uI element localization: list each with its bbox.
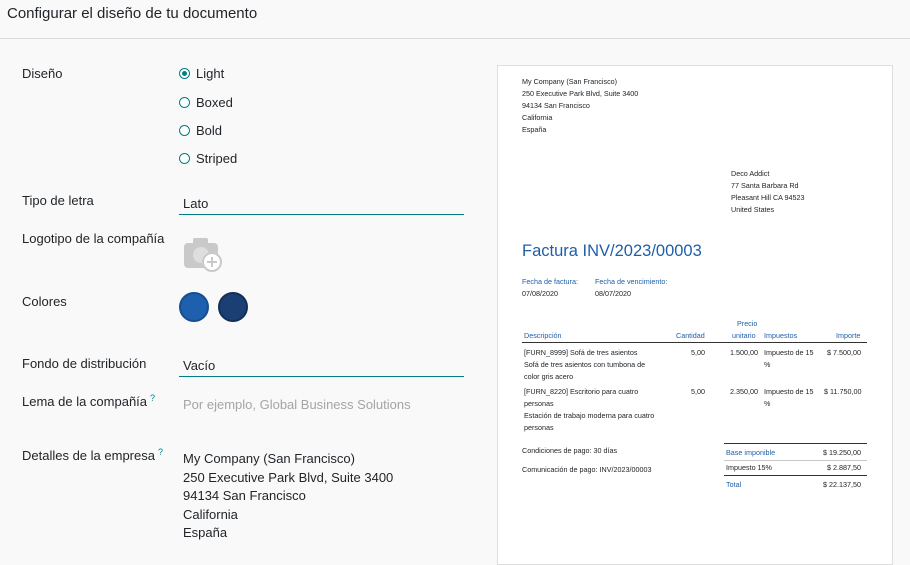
col-taxes: Impuestos — [764, 331, 798, 340]
col-quantity: Cantidad — [676, 331, 705, 340]
col-description: Descripción — [524, 331, 562, 340]
line-tax: Impuesto de 15 — [764, 387, 814, 396]
customer-line: 77 Santa Barbara Rd — [731, 181, 799, 190]
line-tax: Impuesto de 15 — [764, 348, 814, 357]
tagline-input[interactable]: Por ejemplo, Global Business Solutions — [183, 397, 411, 412]
totals-bottom-rule — [724, 475, 867, 476]
base-label: Base imponible — [726, 448, 776, 457]
line-qty: 5,00 — [691, 387, 705, 396]
col-price-2: unitario — [732, 331, 756, 340]
company-line: 250 Executive Park Blvd, Suite 3400 — [522, 89, 639, 98]
font-label: Tipo de letra — [22, 193, 94, 208]
details-help-icon[interactable]: ? — [158, 447, 163, 457]
payment-terms: Condiciones de pago: 30 días — [522, 446, 618, 455]
line-desc: personas — [524, 399, 554, 408]
customer-line: Deco Addict — [731, 169, 770, 178]
company-line: My Company (San Francisco) — [522, 77, 618, 86]
radio-light-label: Light — [196, 65, 225, 81]
company-line: 94134 San Francisco — [522, 101, 590, 110]
line-amount: $ 11.750,00 — [824, 387, 862, 396]
table-header-rule — [522, 342, 867, 343]
total-label: Total — [726, 480, 742, 489]
details-label-text: Detalles de la empresa — [22, 448, 155, 463]
details-line: My Company (San Francisco) — [183, 451, 355, 466]
tagline-label: Lema de la compañía? — [22, 393, 155, 409]
radio-light[interactable]: Light — [179, 65, 224, 81]
radio-boxed-label: Boxed — [196, 94, 233, 110]
radio-boxed[interactable]: Boxed — [179, 94, 233, 110]
company-line: España — [522, 125, 547, 134]
company-details-field[interactable]: My Company (San Francisco) 250 Executive… — [183, 450, 393, 543]
line-desc: Estación de trabajo moderna para cuatro — [524, 411, 655, 420]
logo-upload[interactable] — [183, 236, 225, 279]
background-select[interactable]: Vacío — [179, 355, 464, 377]
line-desc: color gris acero — [524, 372, 574, 381]
layout-label: Diseño — [22, 66, 63, 81]
tagline-label-text: Lema de la compañía — [22, 394, 148, 409]
radio-light-circle[interactable] — [179, 67, 190, 79]
page-title: Configurar el diseño de tu documento — [7, 5, 258, 22]
primary-color-swatch[interactable] — [179, 292, 209, 322]
radio-striped-label: Striped — [196, 150, 238, 166]
radio-striped-circle[interactable] — [179, 152, 190, 164]
total-value: $ 22.137,50 — [823, 480, 861, 489]
tax-value: $ 2.887,50 — [827, 463, 861, 472]
details-line: California — [183, 506, 238, 522]
details-line: 94134 San Francisco — [183, 488, 306, 504]
colors-label: Colores — [22, 294, 67, 309]
line-price: 2.350,00 — [730, 387, 758, 396]
line-desc: [FURN_8220] Escritorio para cuatro — [524, 387, 639, 396]
totals-mid-rule — [724, 460, 867, 461]
details-label: Detalles de la empresa? — [22, 447, 163, 463]
line-desc: Sofá de tres asientos con tumbona de — [524, 360, 646, 369]
tagline-help-icon[interactable]: ? — [150, 393, 155, 403]
radio-bold-circle[interactable] — [179, 124, 190, 136]
line-tax: % — [764, 399, 771, 408]
col-price-1: Precio — [737, 319, 758, 328]
invoice-preview: My Company (San Francisco) 250 Executive… — [497, 65, 893, 565]
secondary-color-swatch[interactable] — [218, 292, 248, 322]
due-date: 08/07/2020 — [595, 289, 631, 298]
tax-label: Impuesto 15% — [726, 463, 772, 472]
invoice-title: Factura INV/2023/00003 — [522, 242, 702, 260]
details-line: 250 Executive Park Blvd, Suite 3400 — [183, 469, 394, 485]
radio-striped[interactable]: Striped — [179, 150, 237, 166]
header: Configurar el diseño de tu documento — [0, 0, 910, 39]
line-qty: 5,00 — [691, 348, 705, 357]
line-tax: % — [764, 360, 771, 369]
radio-bold-label: Bold — [196, 122, 223, 138]
font-select[interactable]: Lato — [179, 193, 464, 215]
background-label: Fondo de distribución — [22, 356, 147, 371]
communication-label: Comunicación de pago: — [522, 465, 600, 474]
radio-boxed-circle[interactable] — [179, 96, 190, 108]
customer-line: Pleasant Hill CA 94523 — [731, 193, 805, 202]
radio-bold[interactable]: Bold — [179, 122, 222, 138]
line-desc: personas — [524, 423, 554, 432]
invoice-date-label: Fecha de factura: — [522, 277, 578, 286]
base-value: $ 19.250,00 — [823, 448, 861, 457]
company-line: California — [522, 113, 553, 122]
camera-plus-icon — [184, 238, 222, 272]
invoice-date: 07/08/2020 — [522, 289, 558, 298]
line-amount: $ 7.500,00 — [827, 348, 861, 357]
totals-top-rule — [724, 443, 867, 444]
customer-line: United States — [731, 205, 775, 214]
details-line: España — [183, 525, 228, 541]
line-desc: [FURN_8999] Sofá de tres asientos — [524, 348, 638, 357]
col-amount: Importe — [836, 331, 861, 340]
due-date-label: Fecha de vencimiento: — [595, 277, 668, 286]
communication-value: INV/2023/00003 — [599, 465, 652, 474]
payment-communication: Comunicación de pago: INV/2023/00003 — [522, 464, 651, 476]
logo-label: Logotipo de la compañía — [22, 231, 165, 246]
line-price: 1.500,00 — [730, 348, 758, 357]
